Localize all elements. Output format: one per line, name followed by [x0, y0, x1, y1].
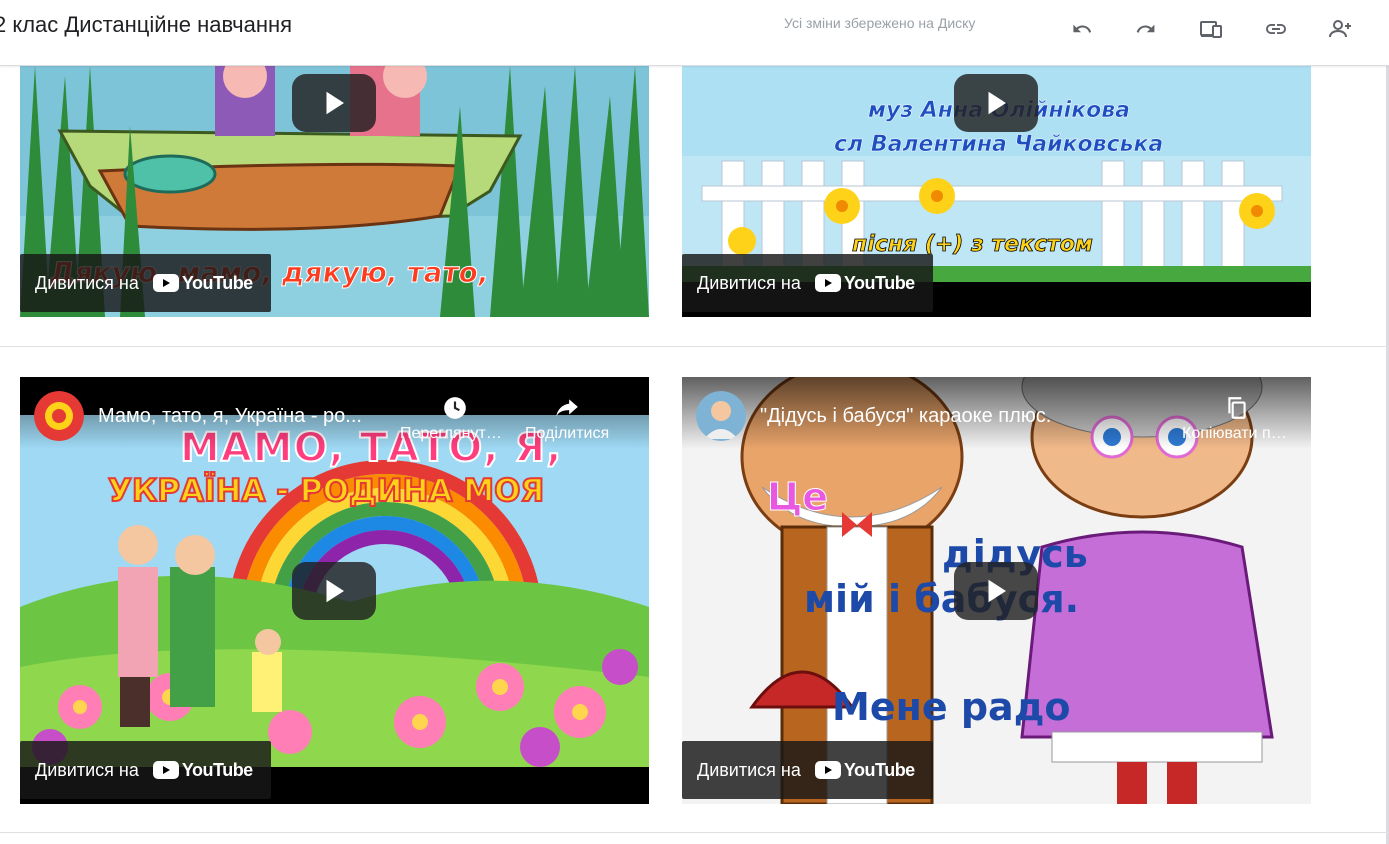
- youtube-embed-3[interactable]: МАМО, ТАТО, Я, УКРАЇНА - РОДИНА МОЯ Мамо…: [20, 377, 649, 804]
- section-divider: [0, 346, 1389, 347]
- video-overlay-title-line2: УКРАЇНА - РОДИНА МОЯ: [107, 472, 545, 510]
- play-button[interactable]: [954, 74, 1038, 132]
- watch-on-youtube-button[interactable]: Дивитися на YouTube: [682, 254, 933, 312]
- watch-on-youtube-button[interactable]: Дивитися на YouTube: [682, 741, 933, 799]
- youtube-embed-4[interactable]: Це дідусь мій і бабуся. Мене радо "Дідус…: [682, 377, 1311, 804]
- video-header: Мамо, тато, я, Україна - ро... Перегляну…: [20, 377, 649, 449]
- play-button[interactable]: [292, 562, 376, 620]
- watch-on-youtube-button[interactable]: Дивитися на YouTube: [20, 741, 271, 799]
- watch-on-label: Дивитися на: [35, 272, 139, 293]
- share-arrow-icon: [556, 399, 578, 417]
- youtube-play-icon: [814, 274, 841, 292]
- copy-link-button[interactable]: [1256, 13, 1296, 45]
- watch-on-label: Дивитися на: [697, 759, 801, 780]
- channel-avatar[interactable]: [34, 391, 84, 441]
- youtube-logo: YouTube: [814, 759, 915, 781]
- play-button[interactable]: [292, 74, 376, 132]
- youtube-logo: YouTube: [152, 759, 253, 781]
- undo-button[interactable]: [1062, 13, 1102, 45]
- channel-avatar[interactable]: [696, 391, 746, 441]
- video-title[interactable]: Мамо, тато, я, Україна - ро...: [98, 405, 362, 428]
- preview-button[interactable]: [1191, 13, 1231, 45]
- youtube-embed-1[interactable]: Дякую, мамо, дякую, тато, Дивитися на Yo…: [20, 66, 649, 317]
- share-label: Поділитися: [525, 425, 610, 442]
- video-overlay-line1: Це: [766, 475, 829, 520]
- watch-later-button[interactable]: Переглянути пізніше: [400, 395, 510, 443]
- top-bar: 2 клас Дистанційне навчання Усі зміни зб…: [0, 0, 1389, 66]
- watch-on-youtube-button[interactable]: Дивитися на YouTube: [20, 254, 271, 312]
- site-title[interactable]: 2 клас Дистанційне навчання: [0, 12, 292, 38]
- video-overlay-lyricist: сл Валентина Чайковська: [834, 132, 1164, 158]
- share-video-button[interactable]: Поділитися: [525, 395, 609, 443]
- redo-icon: [1136, 24, 1155, 33]
- play-button[interactable]: [954, 562, 1038, 620]
- youtube-embed-2[interactable]: муз Анна Олійнікова сл Валентина Чайковс…: [682, 66, 1311, 317]
- link-icon: [1266, 24, 1286, 34]
- save-status: Усі зміни збережено на Диску: [784, 15, 976, 31]
- copy-icon: [1228, 397, 1246, 419]
- video-overlay-line4: Мене радо: [832, 685, 1071, 729]
- redo-button[interactable]: [1126, 13, 1166, 45]
- watch-on-label: Дивитися на: [697, 272, 801, 293]
- youtube-wordmark: YouTube: [843, 272, 915, 293]
- play-icon: [988, 579, 1006, 603]
- youtube-play-icon: [814, 761, 841, 779]
- share-icon: [1329, 20, 1351, 38]
- video-header: "Дідусь і бабуся" караоке плюс. Копіюват…: [682, 377, 1311, 449]
- play-icon: [326, 91, 344, 115]
- section-divider: [0, 832, 1389, 833]
- youtube-wordmark: YouTube: [843, 759, 915, 780]
- undo-icon: [1073, 24, 1092, 33]
- youtube-play-icon: [152, 761, 179, 779]
- youtube-wordmark: YouTube: [181, 272, 253, 293]
- youtube-logo: YouTube: [814, 272, 915, 294]
- youtube-play-icon: [152, 274, 179, 292]
- copy-link-button[interactable]: Копіювати посилання: [1182, 395, 1292, 443]
- youtube-logo: YouTube: [152, 272, 253, 294]
- clock-icon: [444, 397, 466, 419]
- youtube-wordmark: YouTube: [181, 759, 253, 780]
- play-icon: [326, 579, 344, 603]
- watch-on-label: Дивитися на: [35, 759, 139, 780]
- play-icon: [988, 91, 1006, 115]
- watch-later-label: Переглянути пізніше: [400, 425, 510, 442]
- share-button[interactable]: [1321, 13, 1361, 45]
- copy-link-label: Копіювати посилання: [1182, 425, 1292, 442]
- preview-icon: [1200, 21, 1222, 38]
- video-title[interactable]: "Дідусь і бабуся" караоке плюс.: [760, 405, 1051, 428]
